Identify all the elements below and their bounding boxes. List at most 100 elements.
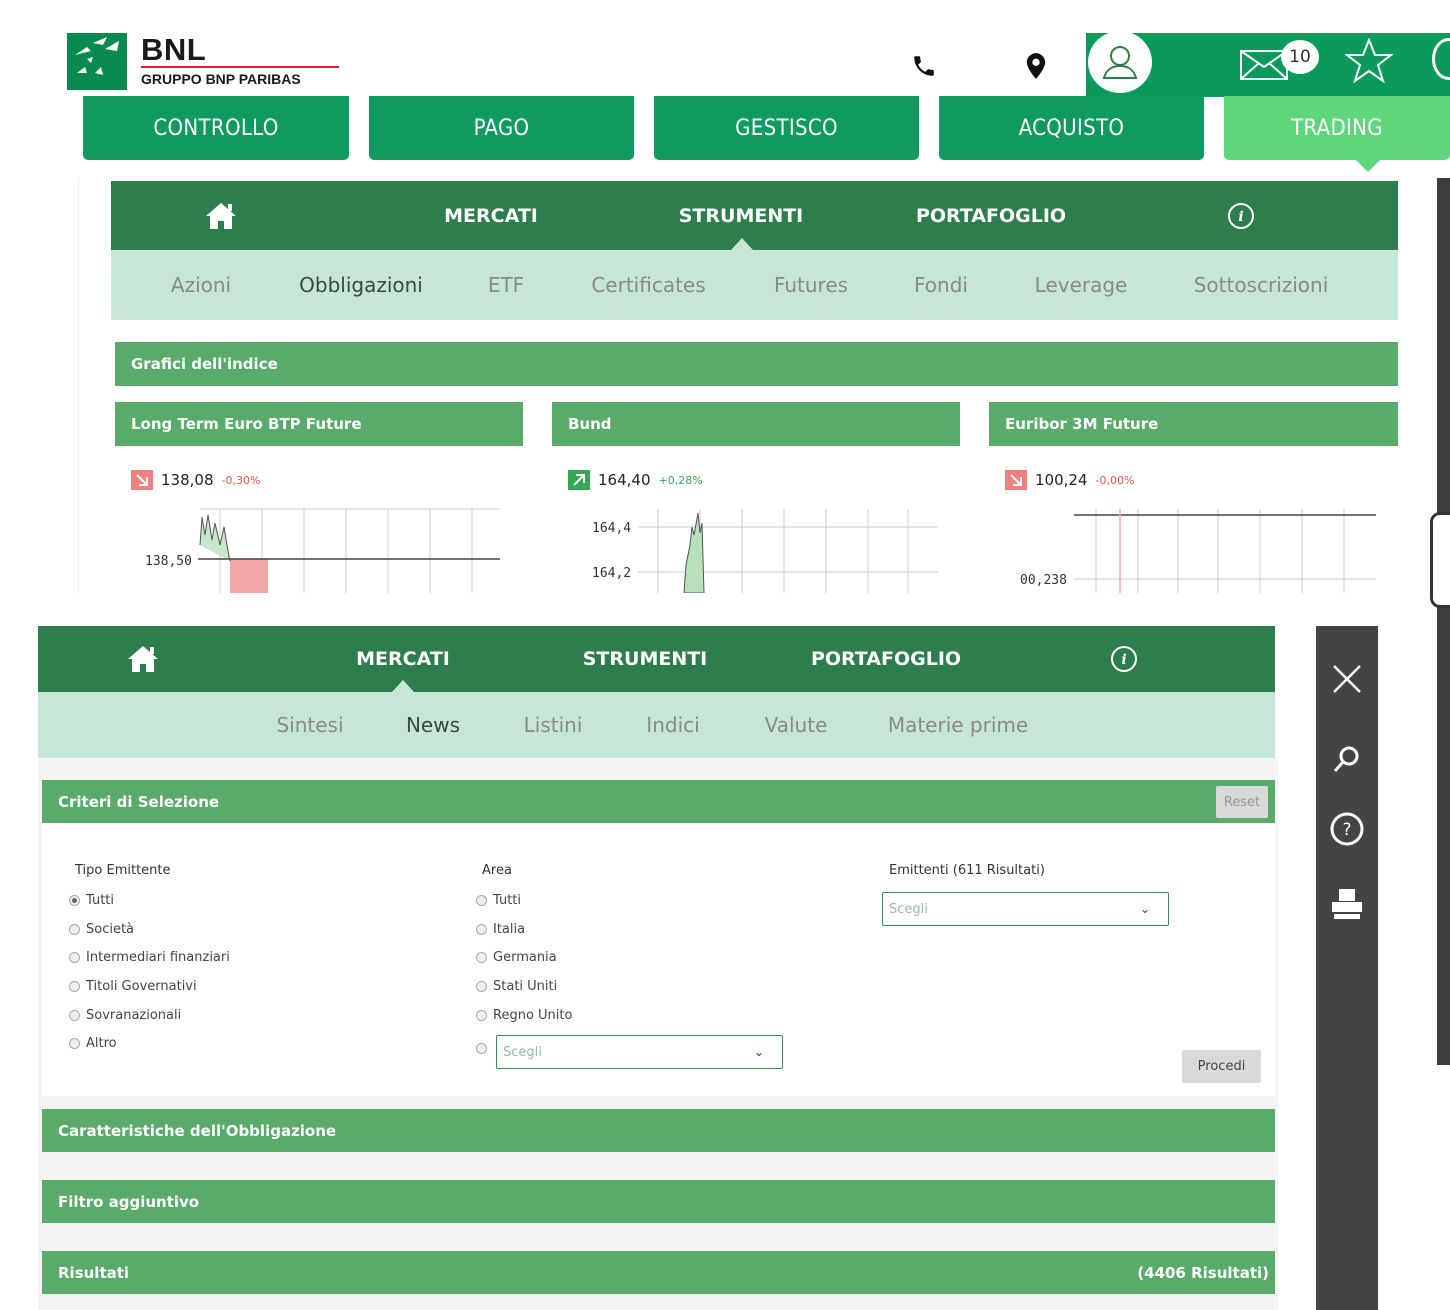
- axis-label-btp: 138,50: [145, 554, 192, 569]
- radio-area-tutti[interactable]: Tutti: [476, 893, 521, 908]
- quote-bund: 164,40 +0,28%: [568, 470, 703, 490]
- quote-value: 138,08: [161, 471, 214, 489]
- home-icon[interactable]: [191, 181, 251, 250]
- active-nav-pointer: [392, 680, 414, 692]
- radio-button[interactable]: [69, 981, 80, 992]
- help-icon[interactable]: ?: [1327, 809, 1367, 849]
- card-title-euribor[interactable]: Euribor 3M Future: [989, 402, 1398, 446]
- subnav-fondi[interactable]: Fondi: [901, 250, 981, 320]
- close-icon[interactable]: [1327, 659, 1367, 699]
- radio-button[interactable]: [476, 1010, 487, 1021]
- radio-tipo-governativi[interactable]: Titoli Governativi: [69, 979, 197, 994]
- nav-portafoglio[interactable]: PORTAFOGLIO: [901, 181, 1081, 250]
- home-icon[interactable]: [113, 626, 173, 692]
- radio-tipo-altro[interactable]: Altro: [69, 1036, 117, 1051]
- axis-label-bund-top: 164,4: [592, 521, 631, 536]
- radio-area-stati-uniti[interactable]: Stati Uniti: [476, 979, 557, 994]
- subnav-valute[interactable]: Valute: [751, 692, 841, 758]
- subnav-obbligazioni[interactable]: Obbligazioni: [286, 250, 436, 320]
- section-criteri-selezione[interactable]: Criteri di Selezione: [42, 780, 1275, 823]
- procedi-button[interactable]: Procedi: [1182, 1050, 1261, 1083]
- info-icon[interactable]: i: [1104, 626, 1144, 692]
- subnav-sottoscrizioni[interactable]: Sottoscrizioni: [1181, 250, 1341, 320]
- area-select[interactable]: Scegli ⌄: [496, 1035, 783, 1069]
- arrow-down-icon: [1005, 470, 1027, 490]
- axis-label-euribor: 00,238: [1020, 573, 1067, 588]
- subnav-materie-prime[interactable]: Materie prime: [878, 692, 1038, 758]
- quote-euribor: 100,24 -0,00%: [1005, 470, 1134, 490]
- arrow-up-icon: [568, 470, 590, 490]
- chevron-down-icon: ⌄: [753, 1045, 764, 1059]
- radio-button[interactable]: [69, 924, 80, 935]
- radio-button[interactable]: [476, 1043, 487, 1054]
- radio-tipo-tutti[interactable]: Tutti: [69, 893, 114, 908]
- emittenti-select[interactable]: Scegli ⌄: [882, 892, 1169, 926]
- area-label: Area: [482, 863, 512, 878]
- section-caratteristiche[interactable]: Caratteristiche dell'Obbligazione: [42, 1109, 1275, 1152]
- panel2-topnav: MERCATI STRUMENTI PORTAFOGLIO i: [38, 626, 1275, 692]
- radio-area-regno-unito[interactable]: Regno Unito: [476, 1008, 572, 1023]
- info-icon[interactable]: i: [1221, 181, 1261, 250]
- arrow-down-icon: [131, 470, 153, 490]
- phone-icon[interactable]: [906, 48, 942, 84]
- subnav-etf[interactable]: ETF: [471, 250, 541, 320]
- radio-button[interactable]: [476, 924, 487, 935]
- svg-text:i: i: [1121, 652, 1126, 668]
- brand-underline: [141, 66, 339, 68]
- subnav-news[interactable]: News: [388, 692, 478, 758]
- location-pin-icon[interactable]: [1018, 48, 1054, 84]
- section-title: Criteri di Selezione: [58, 792, 220, 811]
- quote-btp: 138,08 -0,30%: [131, 470, 260, 490]
- radio-button[interactable]: [69, 952, 80, 963]
- radio-button[interactable]: [476, 981, 487, 992]
- nav-portafoglio[interactable]: PORTAFOGLIO: [796, 626, 976, 692]
- radio-button[interactable]: [69, 1038, 80, 1049]
- search-icon[interactable]: [1327, 739, 1367, 779]
- radio-button[interactable]: [69, 1010, 80, 1021]
- user-icon[interactable]: [1088, 31, 1152, 93]
- section-filtro-aggiuntivo[interactable]: Filtro aggiuntivo: [42, 1180, 1275, 1223]
- radio-area-germania[interactable]: Germania: [476, 950, 557, 965]
- tab-acquisto[interactable]: ACQUISTO: [939, 96, 1204, 160]
- section-grafici-indice[interactable]: Grafici dell'indice: [115, 342, 1398, 386]
- radio-area-custom[interactable]: [476, 1043, 487, 1054]
- svg-text:i: i: [1238, 209, 1243, 225]
- radio-button[interactable]: [69, 895, 80, 906]
- panel1-topnav: MERCATI STRUMENTI PORTAFOGLIO i: [111, 181, 1398, 250]
- radio-button[interactable]: [476, 952, 487, 963]
- tab-controllo[interactable]: CONTROLLO: [83, 96, 349, 160]
- risultati-title: Risultati: [58, 1263, 130, 1282]
- tab-gestisco[interactable]: GESTISCO: [654, 96, 919, 160]
- radio-tipo-societa[interactable]: Società: [69, 922, 134, 937]
- subnav-listini[interactable]: Listini: [508, 692, 598, 758]
- radio-tipo-sovranazionali[interactable]: Sovranazionali: [69, 1008, 181, 1023]
- scrollbar-thumb[interactable]: [1430, 512, 1450, 608]
- card-title-bund[interactable]: Bund: [552, 402, 960, 446]
- reset-button[interactable]: Reset: [1216, 786, 1268, 818]
- print-icon[interactable]: [1327, 884, 1367, 924]
- panel2-subnav: Sintesi News Listini Indici Valute Mater…: [38, 692, 1275, 758]
- side-toolbar: ?: [1316, 626, 1378, 1310]
- subnav-leverage[interactable]: Leverage: [1026, 250, 1136, 320]
- tab-trading[interactable]: TRADING: [1224, 96, 1450, 160]
- mini-chart-euribor: 00,238: [1020, 509, 1376, 593]
- scrollbar-track[interactable]: [1437, 178, 1450, 1065]
- radio-tipo-intermediari[interactable]: Intermediari finanziari: [69, 950, 230, 965]
- radio-button[interactable]: [476, 895, 487, 906]
- bnl-logo-mark[interactable]: [67, 33, 127, 90]
- subnav-indici[interactable]: Indici: [633, 692, 713, 758]
- radio-area-italia[interactable]: Italia: [476, 922, 525, 937]
- quote-change: +0,28%: [658, 473, 703, 487]
- subnav-sintesi[interactable]: Sintesi: [260, 692, 360, 758]
- card-title-btp[interactable]: Long Term Euro BTP Future: [115, 402, 523, 446]
- emittenti-label: Emittenti (611 Risultati): [889, 863, 1045, 878]
- subnav-futures[interactable]: Futures: [761, 250, 861, 320]
- section-risultati[interactable]: Risultati (4406 Risultati): [42, 1251, 1275, 1294]
- nav-strumenti[interactable]: STRUMENTI: [565, 626, 725, 692]
- brand-subtitle: GRUPPO BNP PARIBAS: [141, 71, 301, 87]
- nav-mercati[interactable]: MERCATI: [411, 181, 571, 250]
- tab-pago[interactable]: PAGO: [369, 96, 634, 160]
- subnav-certificates[interactable]: Certificates: [581, 250, 716, 320]
- subnav-azioni[interactable]: Azioni: [151, 250, 251, 320]
- star-icon[interactable]: [1343, 36, 1395, 86]
